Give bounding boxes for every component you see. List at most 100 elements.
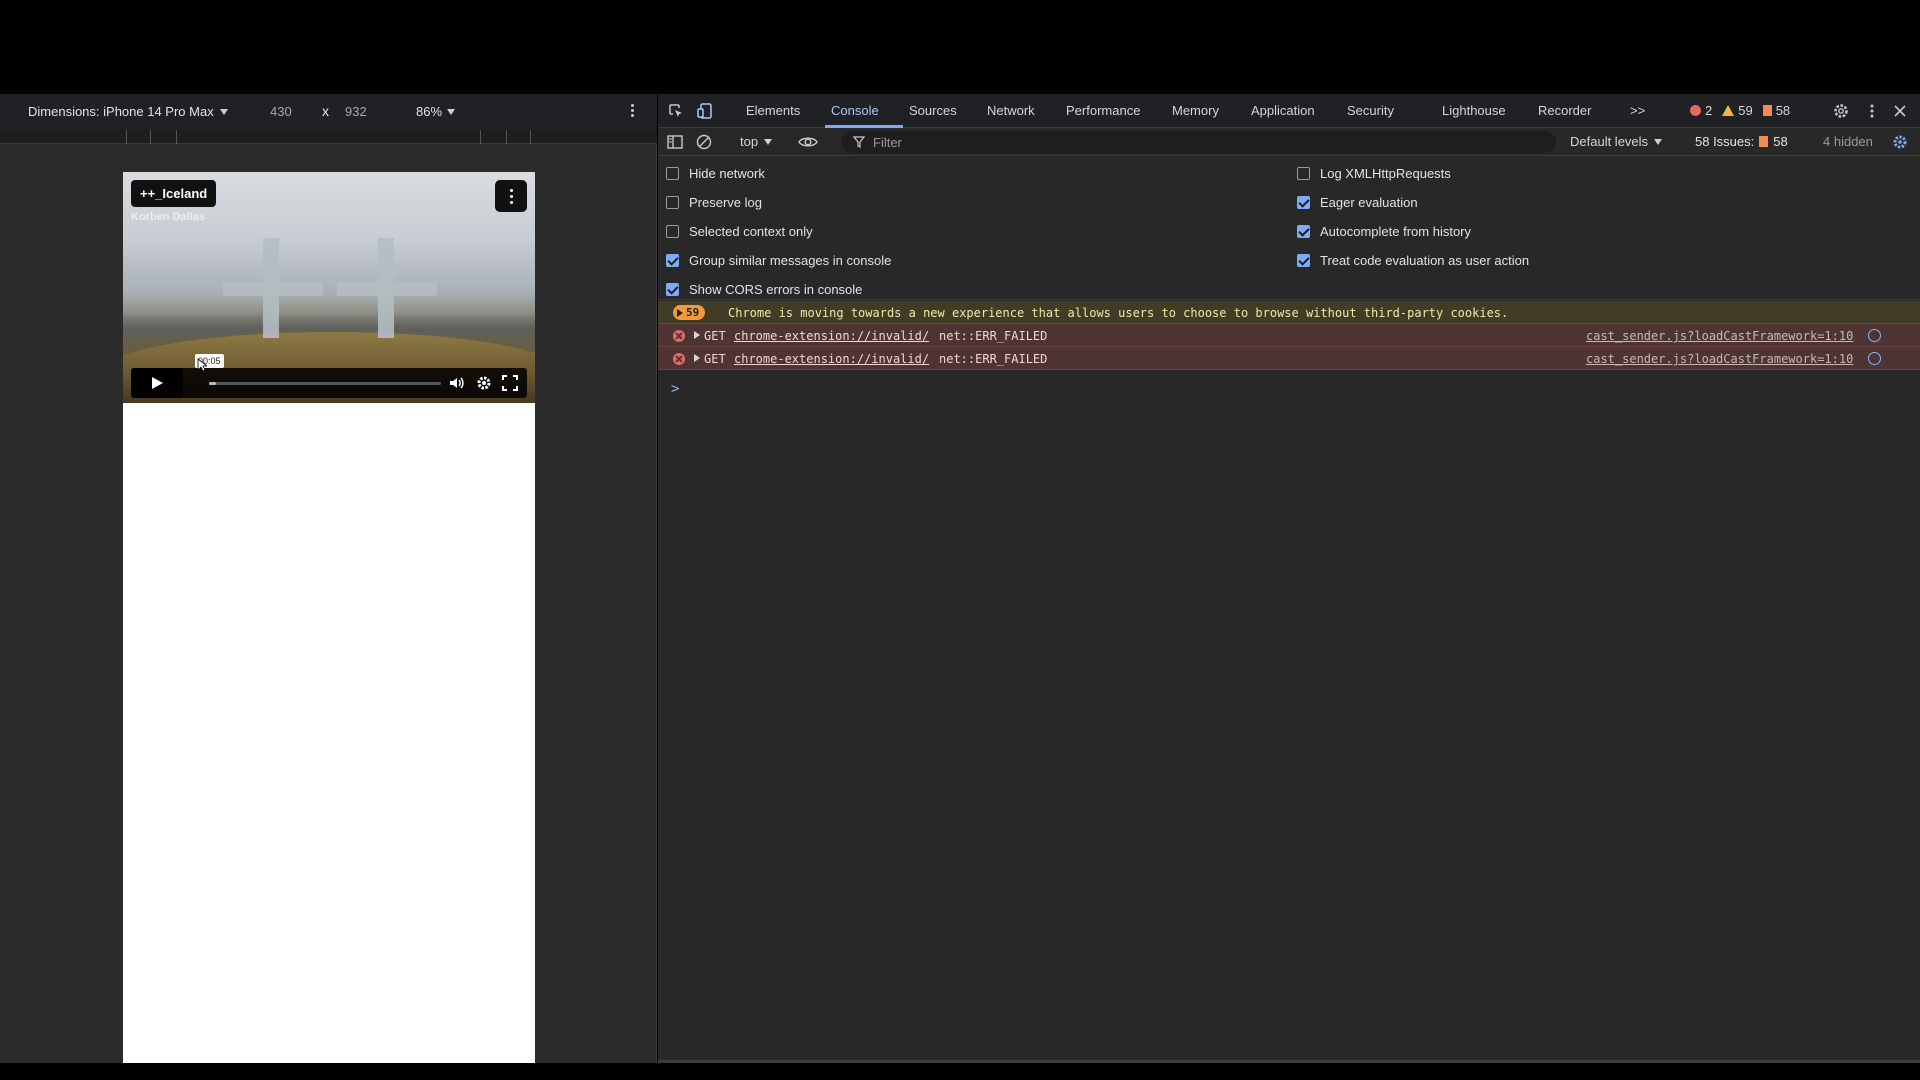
device-dimensions-label: Dimensions: iPhone 14 Pro Max bbox=[28, 104, 214, 119]
treat-code-eval-checkbox[interactable] bbox=[1297, 254, 1310, 267]
context-value: top bbox=[740, 134, 759, 149]
context-selector[interactable]: top bbox=[740, 134, 773, 149]
log-xhr-option[interactable]: Log XMLHttpRequests bbox=[1297, 166, 1451, 181]
request-url-link[interactable]: chrome-extension://invalid/ bbox=[734, 329, 929, 343]
issues-button[interactable]: 58 Issues: 58 bbox=[1695, 134, 1788, 149]
hide-network-option[interactable]: Hide network bbox=[666, 166, 765, 181]
volume-icon[interactable] bbox=[448, 374, 466, 392]
repeat-count: 59 bbox=[686, 306, 700, 319]
log-levels-value: Default levels bbox=[1570, 134, 1649, 149]
console-warning-row[interactable]: 59 Chrome is moving towards a new experi… bbox=[658, 301, 1920, 324]
fullscreen-icon[interactable] bbox=[501, 374, 519, 392]
seek-bar[interactable] bbox=[209, 382, 441, 385]
preserve-log-checkbox[interactable] bbox=[666, 196, 679, 209]
settings-icon[interactable] bbox=[475, 374, 493, 392]
more-options-icon[interactable] bbox=[626, 102, 638, 122]
tab-application[interactable]: Application bbox=[1251, 103, 1315, 118]
tab-elements[interactable]: Elements bbox=[746, 103, 800, 118]
tab-performance[interactable]: Performance bbox=[1066, 103, 1140, 118]
close-icon[interactable] bbox=[1891, 102, 1909, 120]
eager-evaluation-option[interactable]: Eager evaluation bbox=[1297, 195, 1418, 210]
tab-console[interactable]: Console bbox=[831, 103, 879, 118]
message-counters[interactable]: 2 59 58 bbox=[1690, 103, 1790, 118]
play-icon bbox=[152, 377, 163, 389]
network-request-icon[interactable] bbox=[1868, 329, 1881, 342]
tab-recorder[interactable]: Recorder bbox=[1538, 103, 1591, 118]
tab-network[interactable]: Network bbox=[987, 103, 1035, 118]
log-xhr-checkbox[interactable] bbox=[1297, 167, 1310, 180]
request-url-link[interactable]: chrome-extension://invalid/ bbox=[734, 352, 929, 366]
zoom-selector[interactable]: 86% bbox=[416, 104, 456, 119]
preserve-log-label: Preserve log bbox=[689, 195, 762, 210]
video-menu-icon[interactable] bbox=[495, 180, 527, 212]
group-similar-checkbox[interactable] bbox=[666, 254, 679, 267]
selected-context-option[interactable]: Selected context only bbox=[666, 224, 813, 239]
devtools-tabbar: Elements Console Sources Network Perform… bbox=[658, 94, 1920, 128]
autocomplete-history-option[interactable]: Autocomplete from history bbox=[1297, 224, 1471, 239]
cross-left-horizontal bbox=[223, 282, 323, 296]
clear-console-icon[interactable] bbox=[695, 133, 713, 151]
seek-bar-fill bbox=[209, 382, 216, 385]
inspect-element-icon[interactable] bbox=[667, 102, 685, 120]
error-count: 2 bbox=[1705, 103, 1713, 118]
treat-code-eval-option[interactable]: Treat code evaluation as user action bbox=[1297, 253, 1529, 268]
channel-author: Korben Dallas bbox=[131, 211, 205, 223]
log-xhr-label: Log XMLHttpRequests bbox=[1320, 166, 1451, 181]
console-prompt-chevron-icon[interactable]: > bbox=[671, 381, 679, 397]
tab-memory[interactable]: Memory bbox=[1172, 103, 1219, 118]
expand-triangle-icon[interactable] bbox=[694, 354, 700, 362]
mouse-cursor-icon bbox=[197, 358, 207, 372]
device-width-input[interactable]: 430 bbox=[270, 104, 292, 119]
hide-network-label: Hide network bbox=[689, 166, 765, 181]
chevron-down-icon bbox=[447, 108, 456, 115]
group-similar-label: Group similar messages in console bbox=[689, 253, 892, 268]
chevron-down-icon bbox=[219, 108, 228, 115]
autocomplete-history-checkbox[interactable] bbox=[1297, 225, 1310, 238]
expand-triangle-icon[interactable] bbox=[694, 331, 700, 339]
console-settings-gear-icon[interactable] bbox=[1892, 134, 1908, 150]
group-similar-option[interactable]: Group similar messages in console bbox=[666, 253, 891, 268]
warning-icon bbox=[1722, 105, 1735, 116]
gear-icon[interactable] bbox=[1832, 102, 1850, 120]
hidden-messages-count: 4 hidden bbox=[1823, 134, 1873, 149]
show-cors-checkbox[interactable] bbox=[666, 283, 679, 296]
device-toolbar: Dimensions: iPhone 14 Pro Max 430 x 932 … bbox=[0, 94, 657, 130]
source-link[interactable]: cast_sender.js?loadCastFramework=1:10 bbox=[1586, 329, 1853, 343]
device-height-input[interactable]: 932 bbox=[345, 104, 367, 119]
hide-network-checkbox[interactable] bbox=[666, 167, 679, 180]
log-levels-dropdown[interactable]: Default levels bbox=[1570, 134, 1663, 149]
error-status: net::ERR_FAILED bbox=[939, 329, 1048, 343]
sidebar-toggle-icon[interactable] bbox=[666, 133, 684, 151]
error-icon bbox=[673, 353, 685, 365]
eye-icon[interactable] bbox=[798, 133, 818, 151]
source-link[interactable]: cast_sender.js?loadCastFramework=1:10 bbox=[1586, 352, 1853, 366]
issue-flag-icon bbox=[1759, 136, 1769, 147]
tab-security[interactable]: Security bbox=[1347, 103, 1394, 118]
warning-text: Chrome is moving towards a new experienc… bbox=[728, 306, 1509, 320]
tab-lighthouse[interactable]: Lighthouse bbox=[1442, 103, 1506, 118]
channel-title[interactable]: ++_Iceland bbox=[131, 180, 217, 207]
media-query-ruler[interactable] bbox=[0, 130, 657, 144]
filter-input[interactable]: Filter bbox=[841, 131, 1556, 153]
warning-count: 59 bbox=[1738, 103, 1753, 118]
show-cors-option[interactable]: Show CORS errors in console bbox=[666, 282, 862, 297]
error-icon bbox=[673, 330, 685, 342]
selected-context-checkbox[interactable] bbox=[666, 225, 679, 238]
preserve-log-option[interactable]: Preserve log bbox=[666, 195, 762, 210]
more-tabs-chevron-icon[interactable]: >> bbox=[1630, 103, 1645, 118]
device-selector[interactable]: Dimensions: iPhone 14 Pro Max bbox=[28, 104, 228, 119]
tab-sources[interactable]: Sources bbox=[909, 103, 957, 118]
play-button[interactable] bbox=[131, 368, 183, 398]
error-icon bbox=[1690, 105, 1701, 116]
kebab-menu-icon[interactable] bbox=[1863, 102, 1881, 120]
repeat-count-badge[interactable]: 59 bbox=[673, 305, 706, 320]
network-request-icon[interactable] bbox=[1868, 352, 1881, 365]
console-error-row[interactable]: GET chrome-extension://invalid/ net::ERR… bbox=[658, 347, 1920, 370]
device-toggle-icon[interactable] bbox=[696, 102, 714, 120]
console-error-row[interactable]: GET chrome-extension://invalid/ net::ERR… bbox=[658, 324, 1920, 347]
filter-placeholder: Filter bbox=[873, 134, 902, 150]
autocomplete-history-label: Autocomplete from history bbox=[1320, 224, 1472, 239]
video-player[interactable]: ++_Iceland Korben Dallas 00:05 bbox=[123, 172, 535, 403]
eager-evaluation-checkbox[interactable] bbox=[1297, 196, 1310, 209]
device-viewport: ++_Iceland Korben Dallas 00:05 bbox=[123, 172, 535, 1063]
